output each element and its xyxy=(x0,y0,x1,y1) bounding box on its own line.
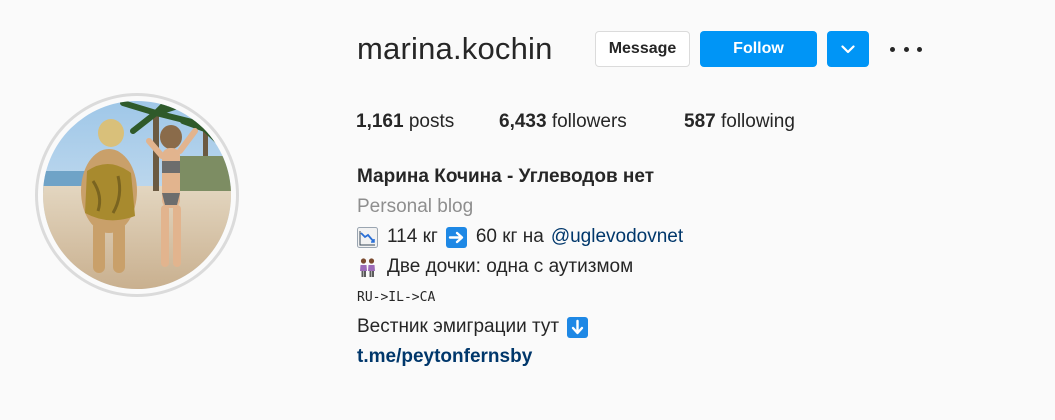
posts-label: posts xyxy=(408,111,455,132)
weight-from: 114 кг xyxy=(387,226,438,247)
avatar-frame xyxy=(38,96,236,294)
message-button[interactable]: Message xyxy=(595,31,690,67)
following-count: 587 xyxy=(684,111,716,132)
chart-decreasing-icon xyxy=(357,226,378,248)
avatar-photo xyxy=(43,101,231,289)
following-label: following xyxy=(720,111,795,132)
mention-link[interactable]: @uglevodovnet xyxy=(551,226,683,248)
bio-daughters-line: Две дочки: одна с аутизмом xyxy=(357,256,633,278)
avatar-ring[interactable] xyxy=(35,93,239,297)
bio-emigration-line: Вестник эмиграции тут xyxy=(357,316,589,338)
daughters-text: Две дочки: одна с аутизмом xyxy=(387,256,634,277)
emigration-text: Вестник эмиграции тут xyxy=(357,316,560,337)
posts-count: 1,161 xyxy=(356,111,404,132)
posts-stat: 1,161 posts xyxy=(356,111,454,133)
more-dot xyxy=(890,46,895,52)
suggested-accounts-button[interactable] xyxy=(827,31,869,67)
two-women-icon xyxy=(360,257,375,277)
weight-to: 60 кг на xyxy=(475,226,544,247)
more-dot xyxy=(917,46,922,52)
more-dot xyxy=(903,46,909,52)
bio-route: RU->IL->CA xyxy=(357,290,436,305)
followers-label: followers xyxy=(551,111,627,132)
down-arrow-icon xyxy=(567,316,589,338)
bio-full-name: Марина Кочина - Углеводов нет xyxy=(357,166,655,187)
following-stat[interactable]: 587 following xyxy=(684,111,795,133)
follow-button[interactable]: Follow xyxy=(700,31,817,67)
followers-stat[interactable]: 6,433 followers xyxy=(499,111,627,133)
right-arrow-icon xyxy=(445,226,467,248)
profile-username: marina.kochin xyxy=(357,31,553,66)
more-options-icon[interactable] xyxy=(890,38,922,60)
chevron-down-icon xyxy=(841,44,855,53)
avatar[interactable] xyxy=(43,101,231,289)
bio-weight-line: 114 кг 60 кг на @uglevodovnet xyxy=(357,226,683,248)
bio-external-link[interactable]: t.me/peytonfernsby xyxy=(357,346,532,368)
bio-category: Personal blog xyxy=(357,196,474,217)
followers-count: 6,433 xyxy=(499,111,547,132)
